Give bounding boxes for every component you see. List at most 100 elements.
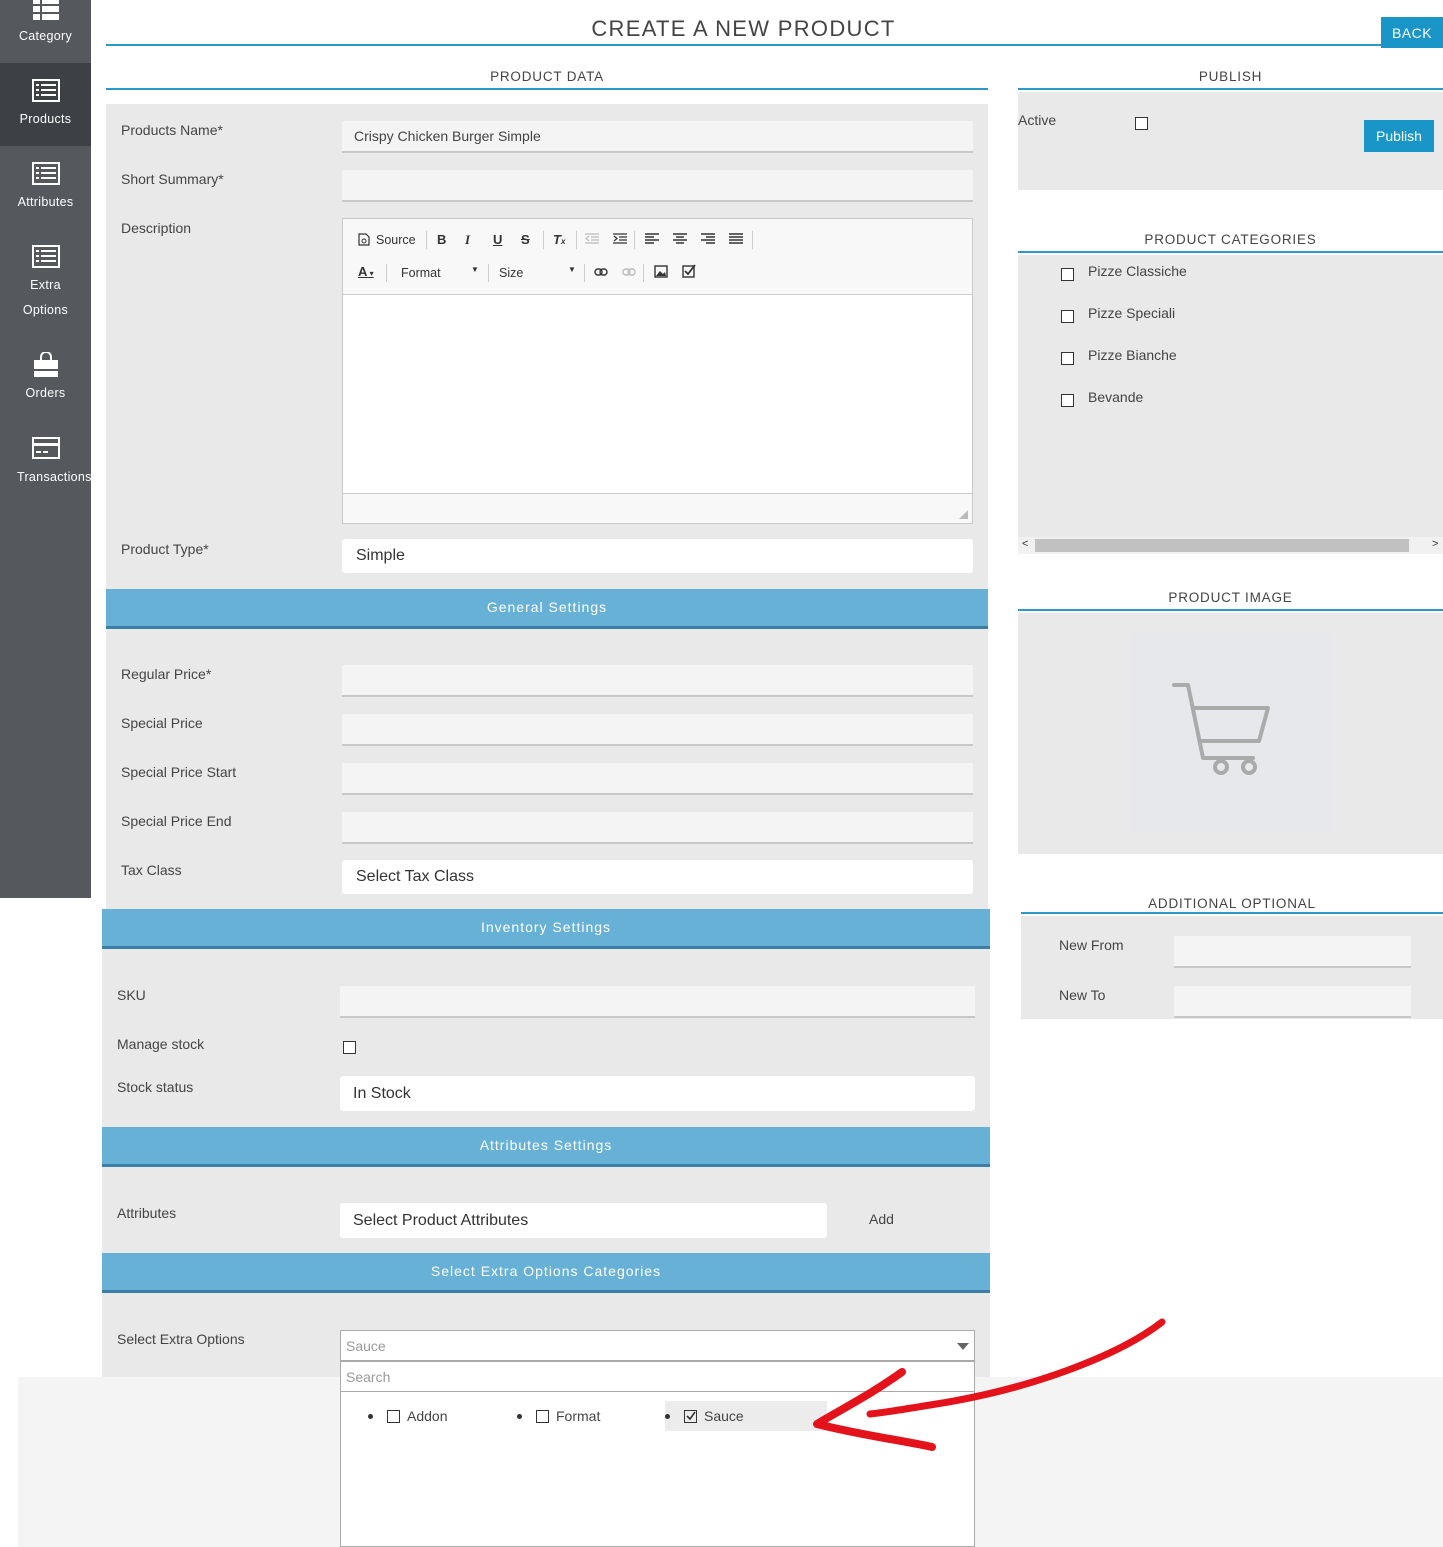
category-label: Pizze Speciali [1088, 305, 1176, 321]
toolbar-separator [426, 231, 427, 249]
link-icon[interactable] [594, 267, 608, 277]
category-checkbox[interactable] [1061, 310, 1074, 323]
short-summary-input[interactable] [342, 170, 973, 202]
list-icon [31, 162, 60, 185]
chevron-right-icon[interactable]: > [1432, 538, 1438, 550]
category-checkbox[interactable] [1061, 352, 1074, 365]
category-checkbox[interactable] [1061, 394, 1074, 407]
toolbar-separator [488, 264, 489, 282]
strikethrough-icon[interactable]: S [521, 232, 530, 247]
sku-label: SKU [117, 987, 146, 1003]
credit-card-icon [32, 437, 60, 459]
sku-input[interactable] [340, 986, 975, 1018]
sidebar-item-attributes[interactable]: Attributes [0, 146, 91, 229]
special-price-start-input[interactable] [342, 763, 973, 795]
new-to-input[interactable] [1174, 986, 1411, 1018]
product-type-select[interactable]: Simple [342, 539, 973, 573]
category-checkbox[interactable] [1061, 268, 1074, 281]
special-price-input[interactable] [342, 714, 973, 746]
toolbar-separator [584, 264, 585, 282]
italic-icon[interactable]: I [465, 232, 470, 248]
sidebar-item-transactions[interactable]: Transactions [0, 422, 91, 505]
additional-optional-heading: ADDITIONAL OPTIONAL [1021, 890, 1443, 914]
add-attribute-button[interactable]: Add [869, 1211, 894, 1227]
description-editor: Source B I U S Tx A ▾ Format ▼ Size ▼ [342, 218, 973, 524]
outdent-icon[interactable] [585, 233, 599, 245]
sidebar-item-label: Products [19, 112, 72, 126]
option-checkbox[interactable] [387, 1409, 400, 1423]
horizontal-scrollbar[interactable]: < > [1018, 537, 1443, 554]
description-label: Description [121, 220, 192, 236]
option-checkbox[interactable] [536, 1409, 549, 1423]
option-format[interactable]: Format [517, 1401, 600, 1431]
format-dropdown[interactable]: Format [401, 266, 441, 280]
toolbar-separator [634, 231, 635, 249]
attributes-settings-heading[interactable]: Attributes Settings [102, 1127, 990, 1167]
option-checkbox-checked[interactable] [684, 1409, 697, 1423]
category-label: Pizze Bianche [1088, 347, 1177, 363]
active-checkbox[interactable] [1135, 117, 1148, 130]
stock-status-select[interactable]: In Stock [340, 1076, 975, 1111]
toolbar-separator [386, 264, 387, 282]
manage-stock-checkbox[interactable] [343, 1041, 356, 1054]
special-price-label: Special Price [121, 715, 203, 731]
align-right-icon[interactable] [701, 233, 715, 245]
regular-price-input[interactable] [342, 665, 973, 697]
sidebar-item-label: Category [18, 29, 73, 43]
unlink-icon[interactable] [622, 267, 636, 277]
checkbox-insert-icon[interactable] [682, 264, 697, 278]
red-annotation-arrow [813, 1318, 1166, 1451]
general-settings-heading[interactable]: General Settings [106, 589, 988, 629]
inventory-settings-heading[interactable]: Inventory Settings [102, 909, 990, 949]
option-addon[interactable]: Addon [368, 1401, 447, 1431]
tax-class-select[interactable]: Select Tax Class [342, 860, 973, 894]
new-from-label: New From [1059, 937, 1124, 953]
bullet-icon [517, 1413, 522, 1419]
attributes-label: Attributes [117, 1205, 177, 1221]
text-color-icon[interactable]: A ▾ [358, 264, 374, 279]
page-margin [0, 1387, 18, 1547]
indent-icon[interactable] [613, 233, 627, 245]
active-label: Active [1018, 112, 1057, 128]
scrollbar-thumb[interactable] [1035, 539, 1409, 552]
check-icon [686, 1411, 696, 1420]
product-image-placeholder[interactable] [1131, 633, 1331, 833]
new-from-input[interactable] [1174, 936, 1411, 968]
bold-icon[interactable]: B [437, 232, 446, 247]
products-name-input[interactable] [342, 121, 973, 153]
source-button[interactable]: Source [376, 233, 416, 247]
align-left-icon[interactable] [645, 233, 659, 245]
special-price-end-input[interactable] [342, 812, 973, 844]
back-button[interactable]: BACK [1381, 17, 1443, 48]
chevron-down-icon: ▼ [568, 265, 576, 274]
publish-button[interactable]: Publish [1364, 120, 1434, 152]
publish-heading: PUBLISH [1018, 64, 1443, 90]
underline-icon[interactable]: U [493, 232, 502, 247]
stock-status-label: Stock status [117, 1079, 194, 1095]
sidebar-item-category[interactable]: Category [0, 0, 91, 63]
extra-options-selected: Sauce [346, 1337, 386, 1354]
size-dropdown[interactable]: Size [499, 266, 523, 280]
remove-format-icon[interactable]: Tx [553, 232, 565, 247]
sidebar-item-products[interactable]: Products [0, 63, 91, 146]
product-type-label: Product Type* [121, 541, 209, 557]
sidebar-item-orders[interactable]: Orders [0, 339, 91, 422]
option-label: Format [556, 1408, 601, 1424]
align-justify-icon[interactable] [729, 233, 743, 245]
source-icon[interactable] [358, 233, 370, 246]
sidebar-item-label: Extra [30, 278, 61, 292]
sidebar-item-label: Orders [25, 386, 66, 400]
products-name-label: Products Name* [121, 122, 223, 138]
image-icon[interactable] [654, 265, 668, 278]
select-extra-options-label: Select Extra Options [117, 1331, 245, 1347]
manage-stock-label: Manage stock [117, 1036, 205, 1052]
resize-handle[interactable] [959, 510, 968, 519]
sidebar-item-label: Transactions [17, 470, 92, 484]
sidebar-item-extra-options[interactable]: Extra Options [0, 229, 91, 339]
extra-options-heading[interactable]: Select Extra Options Categories [102, 1253, 990, 1293]
chevron-left-icon[interactable]: < [1022, 538, 1028, 550]
chevron-down-icon: ▼ [471, 265, 479, 274]
product-attributes-select[interactable]: Select Product Attributes [340, 1203, 827, 1238]
align-center-icon[interactable] [673, 233, 687, 245]
editor-content-area[interactable] [343, 294, 972, 494]
